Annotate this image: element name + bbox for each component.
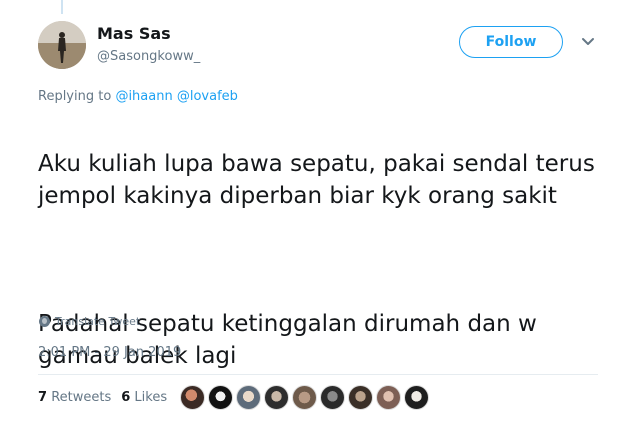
replying-to-label: Replying to	[38, 89, 112, 104]
tweet-timestamp[interactable]: 2:01 PM - 29 Jan 2019	[38, 345, 181, 360]
translate-label: Translate Tweet	[55, 315, 141, 328]
likes-label: Likes	[134, 390, 168, 405]
tweet-text: Aku kuliah lupa bawa sepatu, pakai senda…	[38, 116, 598, 404]
retweets-label: Retweets	[51, 390, 112, 405]
retweets-stat[interactable]: 7 Retweets	[38, 390, 111, 405]
likes-stat[interactable]: 6 Likes	[121, 390, 167, 405]
mention-link[interactable]: @ihaann	[115, 89, 172, 104]
divider	[38, 374, 598, 375]
replying-to-line: Replying to @ihaann @lovafeb	[38, 89, 238, 104]
tweet-paragraph: Aku kuliah lupa bawa sepatu, pakai senda…	[38, 151, 595, 209]
mention-link[interactable]: @lovafeb	[177, 89, 238, 104]
likes-count: 6	[121, 390, 131, 405]
liker-avatar[interactable]	[180, 385, 205, 410]
liker-avatar[interactable]	[320, 385, 345, 410]
chevron-down-icon[interactable]	[580, 36, 596, 48]
author-handle[interactable]: @Sasongkoww_	[97, 49, 200, 64]
person-on-beach-icon	[38, 21, 86, 69]
globe-icon	[39, 316, 50, 327]
liker-avatar[interactable]	[376, 385, 401, 410]
translate-tweet-link[interactable]: Translate Tweet	[39, 315, 140, 328]
follow-button[interactable]: Follow	[459, 26, 563, 58]
liker-avatar[interactable]	[236, 385, 261, 410]
retweets-count: 7	[38, 390, 48, 405]
author-display-name[interactable]: Mas Sas	[97, 24, 171, 43]
thread-connector-line	[61, 0, 63, 14]
avatar[interactable]	[38, 21, 86, 69]
engagement-stats: 7 Retweets 6 Likes	[38, 390, 167, 405]
liker-avatar[interactable]	[208, 385, 233, 410]
liker-avatar[interactable]	[264, 385, 289, 410]
liker-avatar[interactable]	[404, 385, 429, 410]
liker-avatar[interactable]	[292, 385, 317, 410]
likers-avatar-row	[180, 385, 429, 410]
liker-avatar[interactable]	[348, 385, 373, 410]
